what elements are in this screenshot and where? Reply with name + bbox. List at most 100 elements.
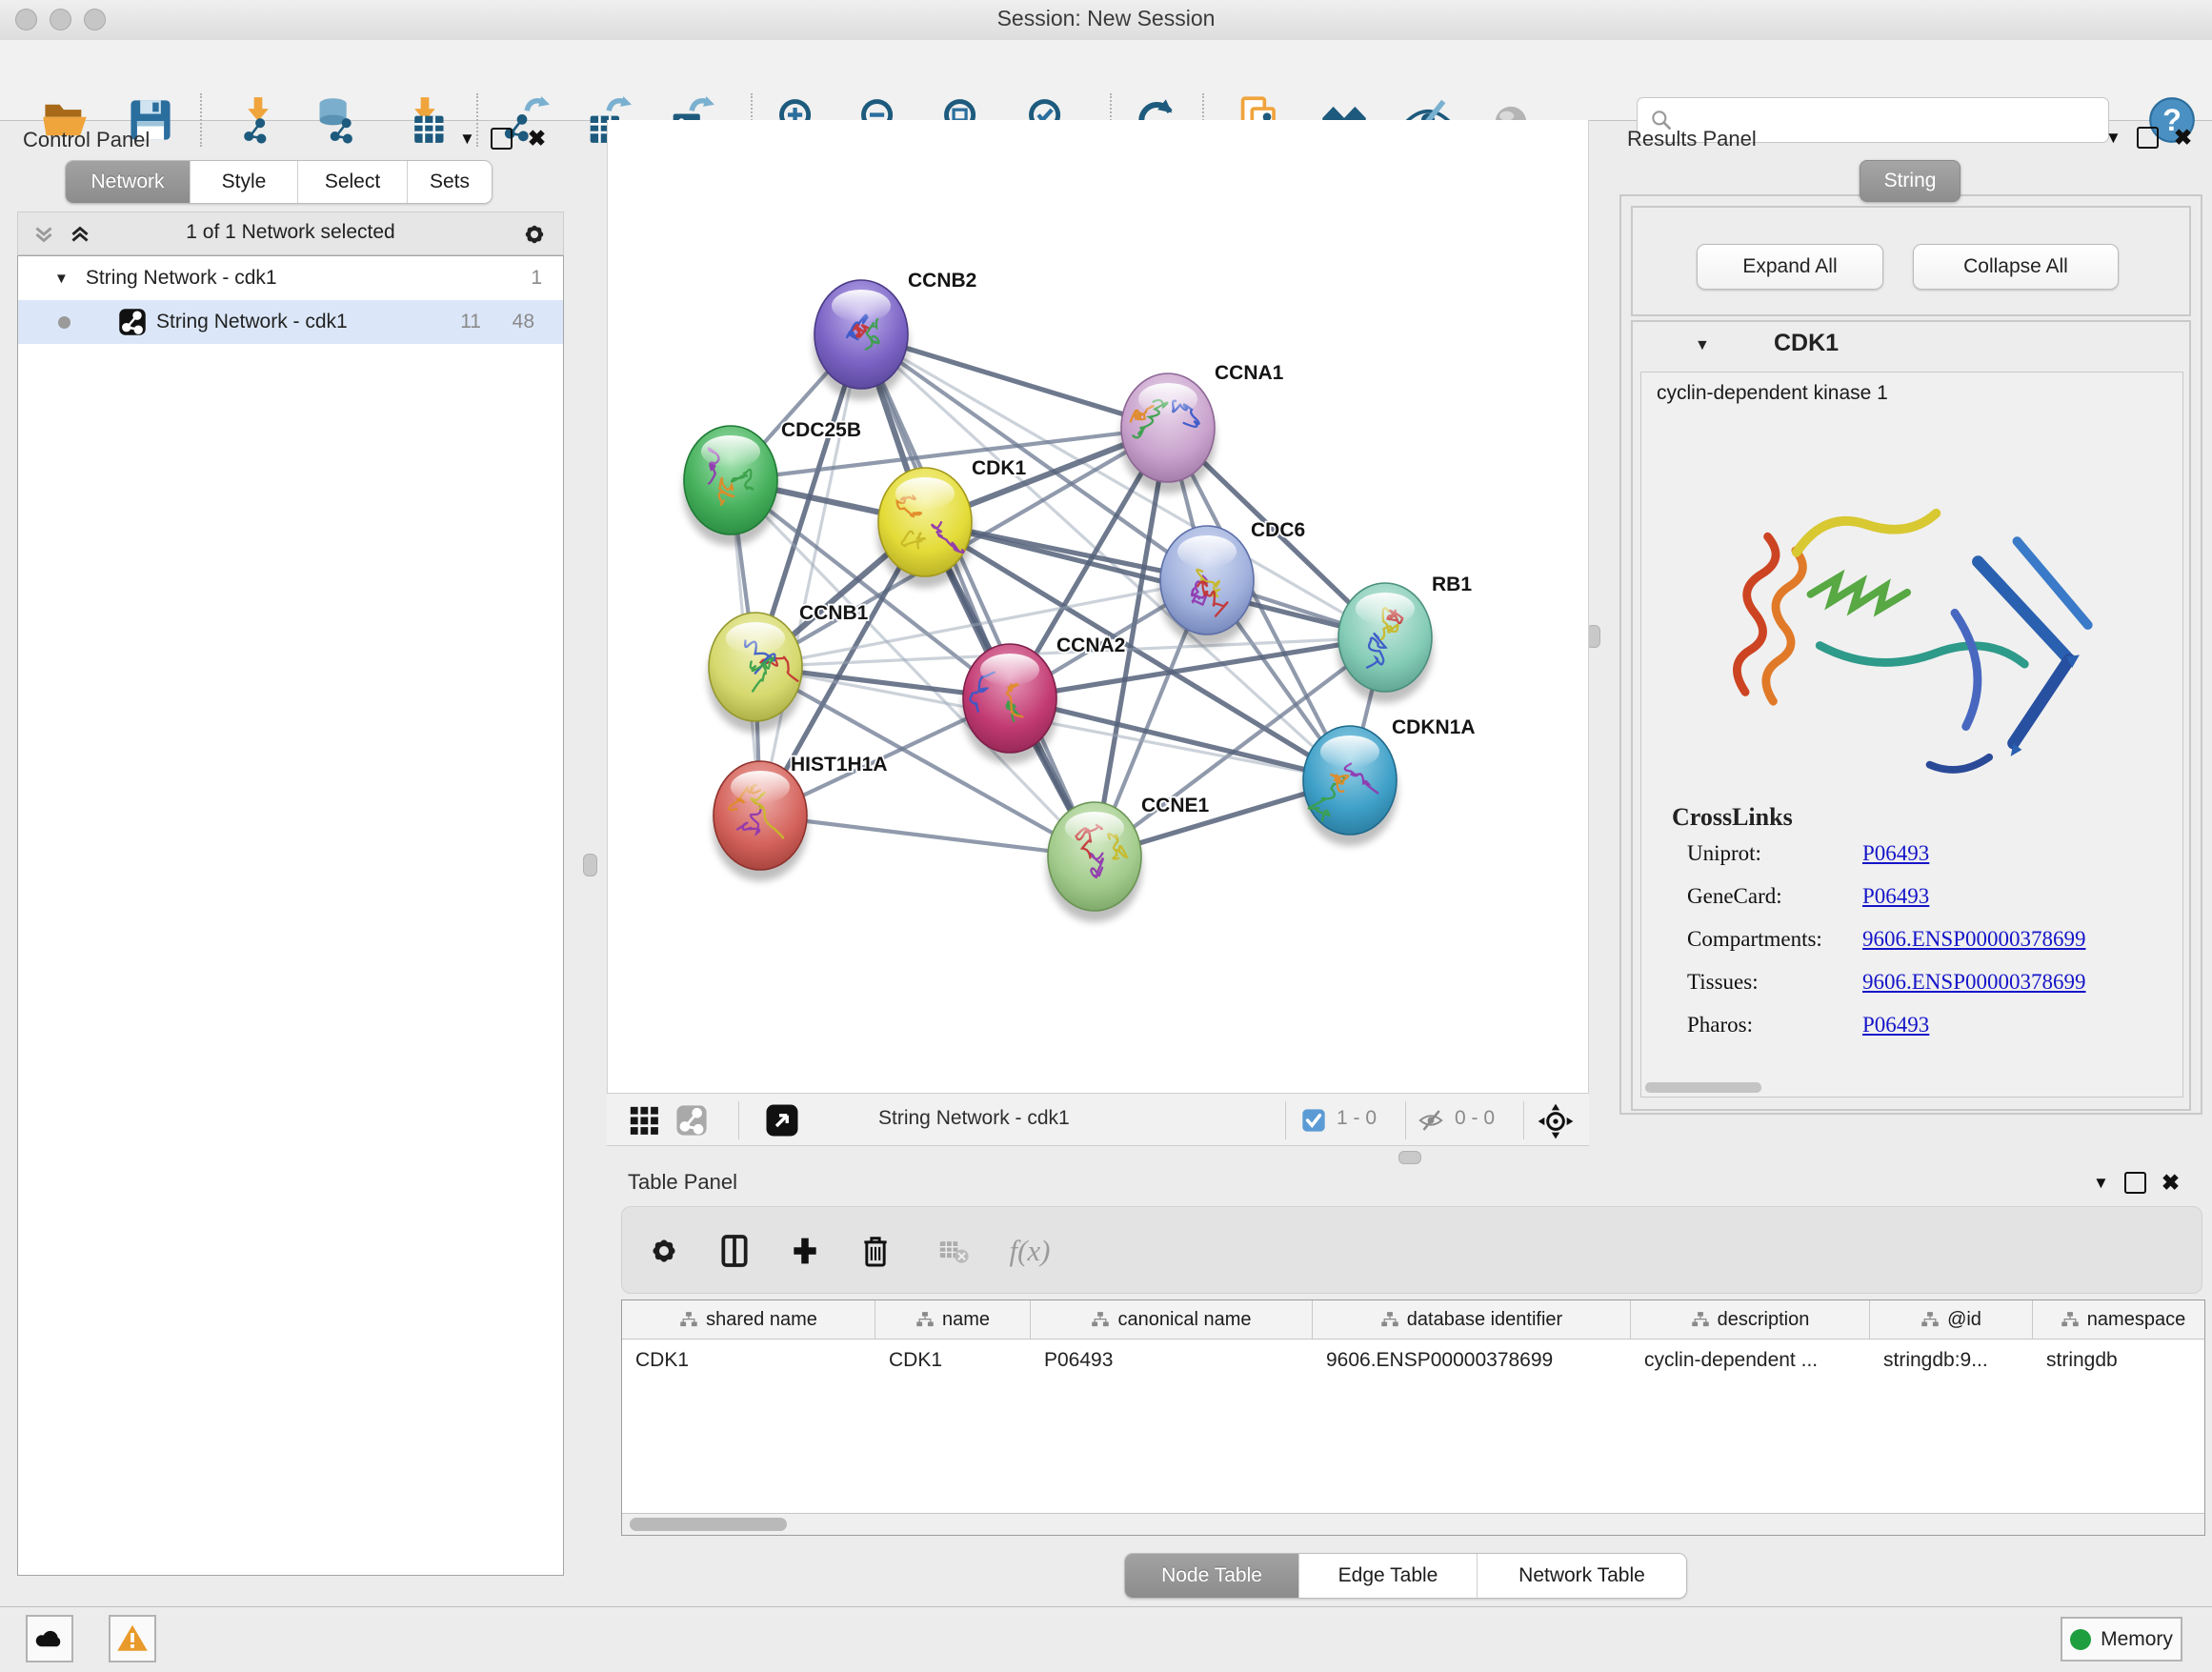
results-close-icon[interactable]: ✖	[2174, 129, 2192, 147]
edge-CCNB2-CCNE1[interactable]	[861, 334, 1095, 856]
node-CCNE1[interactable]	[1047, 802, 1142, 922]
gene-details-box: cyclin-dependent kinase 1 CrossLinks	[1640, 372, 2183, 1098]
node-label-CCNA2: CCNA2	[1056, 635, 1125, 656]
crosslink-label: Compartments:	[1687, 927, 1822, 952]
main-toolbar: ?	[0, 40, 2212, 121]
tab-select[interactable]: Select	[298, 161, 408, 203]
crosslink-link[interactable]: P06493	[1862, 884, 1929, 909]
node-CDC6[interactable]	[1159, 526, 1255, 646]
edge-HIST1H1A-CCNE1[interactable]	[760, 816, 1095, 856]
table-hscrollbar-thumb[interactable]	[630, 1518, 787, 1531]
node-label-RB1: RB1	[1432, 574, 1472, 595]
collapse-all-button[interactable]: Collapse All	[1913, 244, 2119, 290]
expand-all-button[interactable]: Expand All	[1697, 244, 1883, 290]
edge-CCNB2-HIST1H1A[interactable]	[760, 334, 861, 816]
node-CCNB2[interactable]	[814, 280, 909, 400]
column-header-database-identifier[interactable]: database identifier	[1313, 1300, 1631, 1339]
window-title: Session: New Session	[0, 6, 2212, 31]
splitter-handle-bottom[interactable]	[1398, 1151, 1421, 1164]
node-CDKN1A[interactable]	[1302, 726, 1398, 846]
tab-network-table[interactable]: Network Table	[1478, 1554, 1686, 1598]
node-CDC25B[interactable]	[683, 426, 778, 546]
network-name: String Network - cdk1	[156, 311, 348, 333]
node-CCNB1[interactable]	[708, 613, 803, 733]
results-float-icon[interactable]: ▼	[2105, 129, 2122, 148]
node-HIST1H1A[interactable]	[713, 761, 808, 881]
tab-node-table[interactable]: Node Table	[1125, 1554, 1299, 1598]
tab-network[interactable]: Network	[66, 161, 191, 203]
fit-content-crosshair-icon[interactable]	[1537, 1102, 1575, 1140]
splitter-handle-left[interactable]	[583, 854, 597, 876]
delete-table-icon	[929, 1226, 978, 1276]
results-maximize-icon[interactable]	[2137, 127, 2159, 149]
function-builder-fx: f(x)	[992, 1226, 1068, 1276]
tab-style[interactable]: Style	[191, 161, 298, 203]
hidden-eye-icon	[1417, 1106, 1445, 1135]
control-panel: Control Panel ▼ ✖ NetworkStyleSelectSets…	[0, 120, 598, 1606]
results-scrollbar-thumb[interactable]	[1645, 1082, 1761, 1093]
collection-count: 1	[531, 267, 542, 290]
network-collection-row[interactable]: ▼ String Network - cdk1 1	[18, 256, 563, 300]
gear-icon[interactable]	[519, 219, 550, 250]
crosslink-link[interactable]: 9606.ENSP00000378699	[1862, 970, 2086, 995]
column-header-namespace[interactable]: namespace	[2033, 1300, 2205, 1339]
network-view-icon[interactable]	[675, 1104, 708, 1137]
network-canvas[interactable]: CCNB2CCNA1CDC25BCDK1CDC6RB1CCNB1CCNA2CDK…	[607, 120, 1589, 1093]
network-row[interactable]: String Network - cdk1 11 48	[18, 300, 563, 344]
gene-description: cyclin-dependent kinase 1	[1657, 382, 1888, 405]
tree-expand-icon[interactable]: ▼	[54, 271, 69, 287]
node-CCNA2[interactable]	[962, 644, 1057, 764]
network-node-count: 11	[460, 311, 481, 333]
selected-checkbox-icon	[1300, 1107, 1327, 1134]
table-maximize-icon[interactable]	[2124, 1172, 2146, 1194]
node-RB1[interactable]	[1337, 583, 1433, 703]
node-CDK1[interactable]	[877, 468, 973, 588]
table-row[interactable]: CDK1CDK1P064939606.ENSP00000378699cyclin…	[622, 1340, 2204, 1381]
table-gear-icon[interactable]	[639, 1226, 689, 1276]
network-view-title: String Network - cdk1	[878, 1107, 1070, 1130]
gene-collapse-icon[interactable]: ▼	[1695, 337, 1710, 354]
column-header--id[interactable]: @id	[1870, 1300, 2033, 1339]
column-header-description[interactable]: description	[1631, 1300, 1870, 1339]
network-tree: ▼ String Network - cdk1 1 String Network…	[17, 255, 564, 1576]
table-close-icon[interactable]: ✖	[2162, 1174, 2180, 1192]
table-hscrollbar[interactable]	[622, 1513, 2204, 1535]
table-float-icon[interactable]: ▼	[2093, 1174, 2109, 1193]
column-header-shared-name[interactable]: shared name	[622, 1300, 875, 1339]
column-header-canonical-name[interactable]: canonical name	[1031, 1300, 1313, 1339]
column-header-name[interactable]: name	[875, 1300, 1031, 1339]
add-column-icon[interactable]	[780, 1226, 830, 1276]
birdseye-view-icon[interactable]	[765, 1103, 799, 1138]
crosslink-link[interactable]: P06493	[1862, 841, 1929, 866]
table-panel-title: Table Panel	[628, 1170, 737, 1195]
warning-button[interactable]	[109, 1615, 156, 1662]
cloud-button[interactable]	[26, 1615, 73, 1662]
memory-button[interactable]: Memory	[2061, 1617, 2182, 1662]
grid-view-icon[interactable]	[628, 1104, 660, 1137]
node-label-CDK1: CDK1	[972, 457, 1026, 479]
node-label-CDC6: CDC6	[1251, 519, 1305, 541]
node-CCNA1[interactable]	[1120, 373, 1216, 494]
table-cell: CDK1	[875, 1340, 1031, 1381]
delete-column-trash-icon[interactable]	[851, 1226, 900, 1276]
node-label-CCNB1: CCNB1	[799, 602, 869, 624]
panel-float-icon[interactable]: ▼	[459, 130, 475, 149]
panel-close-icon[interactable]: ✖	[528, 130, 546, 148]
tab-edge-table[interactable]: Edge Table	[1299, 1554, 1478, 1598]
table-toolbar: f(x)	[621, 1206, 2202, 1294]
crosslink-link[interactable]: P06493	[1862, 1013, 1929, 1037]
crosslink-label: GeneCard:	[1687, 884, 1782, 909]
show-columns-icon[interactable]	[710, 1226, 759, 1276]
table-cell: stringdb	[2033, 1340, 2205, 1381]
memory-label: Memory	[2101, 1628, 2173, 1651]
protein-structure-image	[1679, 422, 2146, 832]
footer-statusbar: Memory	[0, 1606, 2212, 1672]
panel-maximize-icon[interactable]	[491, 128, 513, 150]
selected-count: 1 - 0	[1337, 1107, 1377, 1130]
network-icon	[118, 308, 147, 336]
tab-sets[interactable]: Sets	[408, 161, 492, 203]
tab-string[interactable]: String	[1860, 160, 1961, 202]
crosslink-label: Tissues:	[1687, 970, 1759, 995]
crosslink-link[interactable]: 9606.ENSP00000378699	[1862, 927, 2086, 952]
table-cell: 9606.ENSP00000378699	[1313, 1340, 1631, 1381]
